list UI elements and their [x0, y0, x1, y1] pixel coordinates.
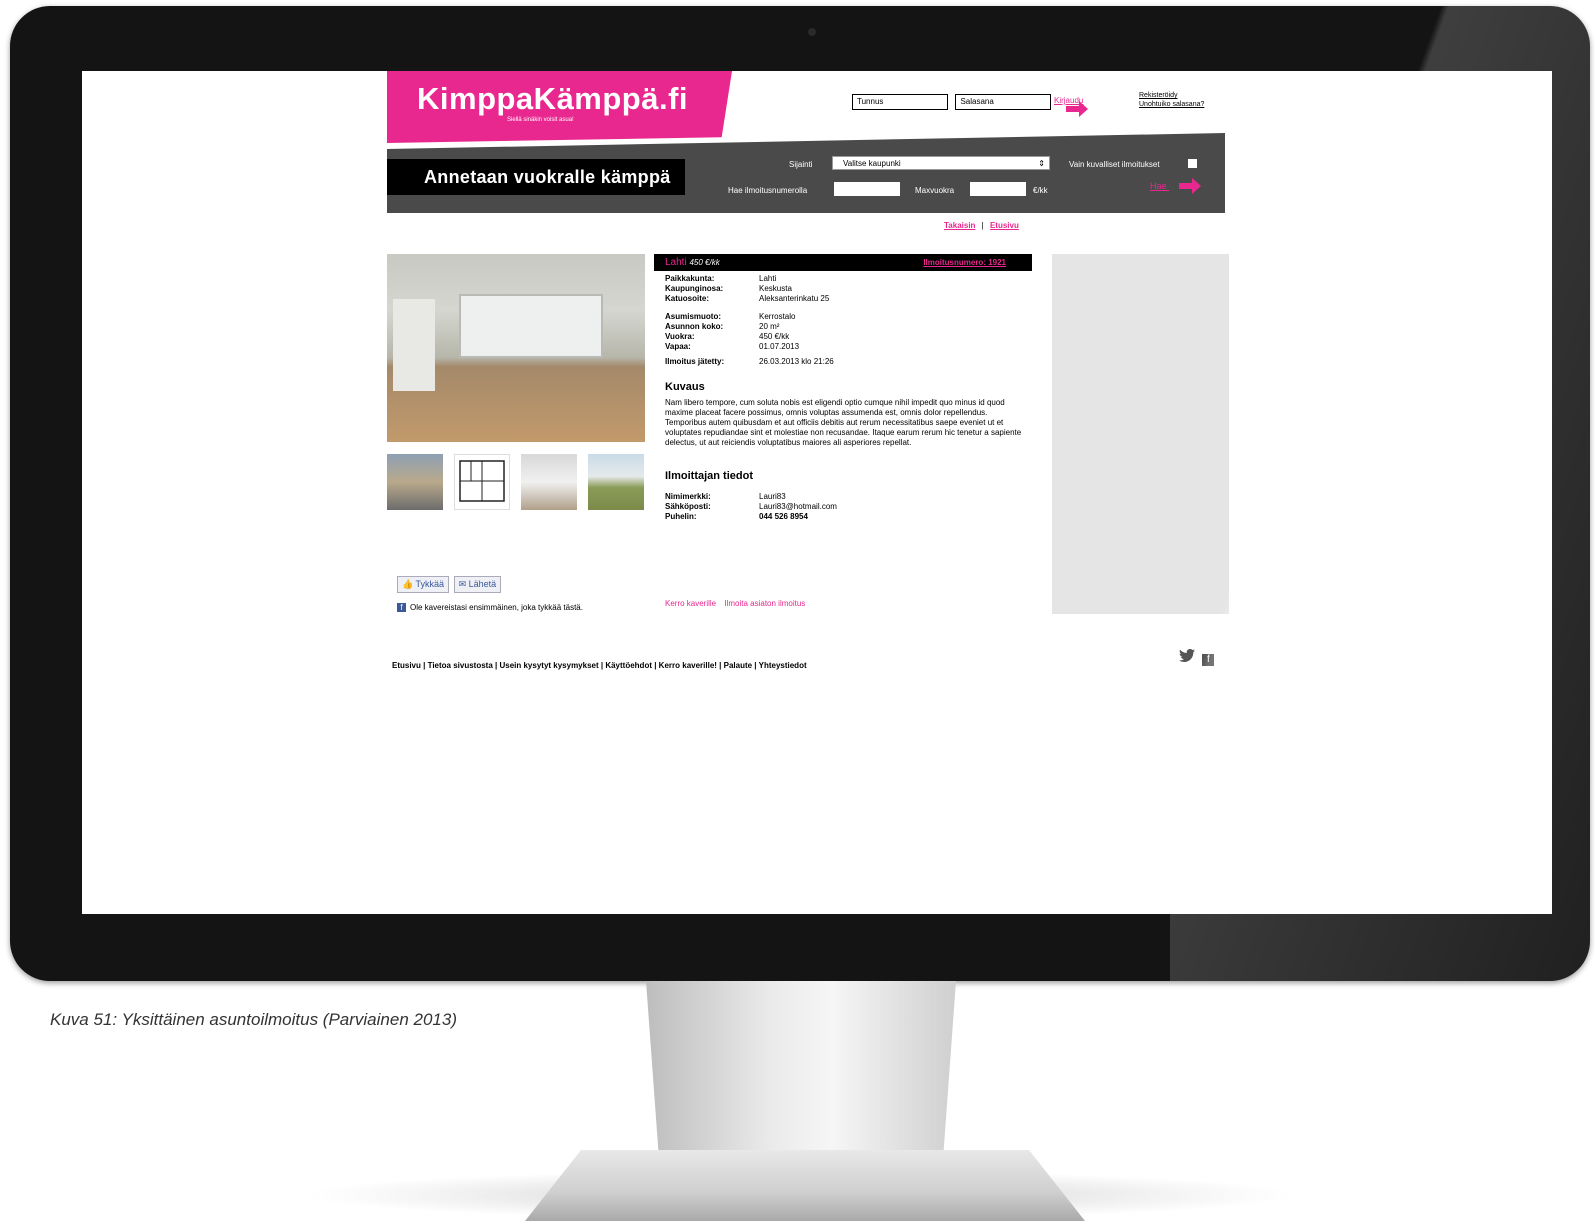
listing-header: Lahti 450 €/kk Ilmoitusnumero: 1921 — [654, 254, 1032, 271]
send-button[interactable]: ✉ Lähetä — [453, 576, 502, 593]
page-title: Annetaan vuokralle kämppä — [424, 167, 671, 187]
facebook-text: Ole kavereistasi ensimmäinen, joka tykkä… — [410, 603, 583, 612]
seller-title: Ilmoittajan tiedot — [665, 470, 753, 482]
main-photo[interactable] — [387, 254, 645, 442]
monitor-stand-neck — [646, 981, 956, 1151]
arrow-right-icon — [1179, 178, 1202, 194]
field-row: Kaupunginosa: Keskusta — [665, 284, 792, 293]
social-icons: f — [1179, 648, 1215, 666]
max-rent-label: Maxvuokra — [915, 186, 955, 195]
description-text: Nam libero tempore, cum soluta nobis est… — [665, 398, 1022, 447]
home-link[interactable]: Etusivu — [990, 221, 1019, 230]
screen: KimppaKämppä.fi Siellä sinäkin voisit as… — [82, 71, 1552, 914]
breadcrumb: Takaisin | Etusivu — [944, 221, 1019, 230]
arrow-right-icon — [1066, 101, 1088, 117]
facebook-icon: f — [397, 603, 406, 613]
floorplan-icon — [459, 460, 505, 502]
select-arrow-icon: ⇕ — [1038, 159, 1045, 168]
listing-city: Lahti — [665, 257, 687, 268]
field-row: Katuosoite: Aleksanterinkatu 25 — [665, 294, 830, 303]
seller-row: Puhelin: 044 526 8954 — [665, 512, 808, 521]
report-link[interactable]: Ilmoita asiaton ilmoitus — [724, 599, 805, 608]
posted-row: Ilmoitus jätetty: 26.03.2013 klo 21:26 — [665, 357, 834, 366]
field-row: Vuokra: 450 €/kk — [665, 332, 790, 341]
forgot-password-link[interactable]: Unohtuiko salasana? — [1139, 100, 1204, 109]
ad-number-label: Hae ilmoitusnumerolla — [728, 186, 808, 195]
twitter-icon[interactable] — [1179, 648, 1195, 662]
rent-unit: €/kk — [1033, 186, 1048, 195]
website: KimppaKämppä.fi Siellä sinäkin voisit as… — [387, 71, 1229, 914]
photo-only-label: Vain kuvalliset ilmoitukset — [1069, 160, 1160, 169]
listing-price: 450 €/kk — [689, 258, 720, 267]
thumbnail-yard[interactable] — [588, 454, 644, 510]
register-link[interactable]: Rekisteröidy — [1139, 91, 1204, 100]
location-select[interactable]: Valitse kaupunki ⇕ — [832, 156, 1050, 170]
like-button[interactable]: 👍 Tykkää — [397, 576, 450, 593]
thumbnail-kitchen[interactable] — [521, 454, 577, 510]
breadcrumb-separator: | — [981, 221, 984, 230]
logo-text: KimppaKämppä.fi — [417, 81, 689, 116]
listing-links: Kerro kaverille Ilmoita asiaton ilmoitus — [665, 599, 811, 608]
listing-details: Lahti 450 €/kk Ilmoitusnumero: 1921 Paik… — [654, 254, 1032, 522]
description-title: Kuvaus — [665, 381, 705, 393]
ad-number-input[interactable] — [834, 182, 900, 196]
camera-dot — [808, 28, 816, 36]
logo-tagline: Siellä sinäkin voisit asua! — [507, 117, 574, 123]
thumbnail-floorplan[interactable] — [454, 454, 510, 510]
username-field[interactable]: Tunnus — [852, 93, 948, 110]
photo-only-checkbox[interactable] — [1188, 159, 1197, 168]
field-row: Paikkakunta: Lahti — [665, 274, 777, 283]
max-rent-input[interactable] — [970, 182, 1026, 196]
thumbnail-building[interactable] — [387, 454, 443, 510]
facebook-line: f Ole kavereistasi ensimmäinen, joka tykk… — [397, 603, 583, 613]
figure-caption: Kuva 51: Yksittäinen asuntoilmoitus (Par… — [50, 1010, 457, 1029]
like-buttons: 👍 Tykkää ✉ Lähetä — [397, 576, 503, 593]
photo-door-detail — [393, 299, 435, 391]
monitor-frame: KimppaKämppä.fi Siellä sinäkin voisit as… — [10, 6, 1590, 981]
password-field[interactable]: Salasana — [955, 93, 1052, 110]
page-title-box: Annetaan vuokralle kämppä — [387, 159, 685, 195]
search-button-label: Hae — [1150, 181, 1167, 191]
photo-window-detail — [459, 294, 603, 358]
login-area: Tunnus Salasana Kirjaudu — [852, 93, 1088, 117]
facebook-icon[interactable]: f — [1202, 654, 1215, 666]
footer-links[interactable]: Etusivu | Tietoa sivustosta | Usein kysy… — [392, 661, 807, 670]
login-link[interactable]: Kirjaudu — [1054, 96, 1088, 117]
monitor-stand-base — [525, 1150, 1085, 1221]
ad-number[interactable]: Ilmoitusnumero: 1921 — [923, 254, 1006, 271]
search-button[interactable]: Hae — [1150, 178, 1202, 194]
location-label: Sijainti — [789, 160, 813, 169]
seller-row: Sähköposti: Lauri83@hotmail.com — [665, 502, 837, 511]
seller-row: Nimimerkki: Lauri83 — [665, 492, 786, 501]
location-value: Valitse kaupunki — [843, 159, 901, 168]
tell-friend-link[interactable]: Kerro kaverille — [665, 599, 716, 608]
field-row: Vapaa: 01.07.2013 — [665, 342, 800, 351]
field-row: Asumismuoto: Kerrostalo — [665, 312, 796, 321]
site-logo[interactable]: KimppaKämppä.fi Siellä sinäkin voisit as… — [387, 71, 732, 143]
send-label: Lähetä — [468, 579, 497, 589]
field-row: Asunnon koko: 20 m² — [665, 322, 780, 331]
ad-space — [1052, 254, 1229, 614]
register-links: Rekisteröidy Unohtuiko salasana? — [1139, 91, 1204, 109]
like-label: Tykkää — [415, 579, 445, 589]
back-link[interactable]: Takaisin — [944, 221, 975, 230]
